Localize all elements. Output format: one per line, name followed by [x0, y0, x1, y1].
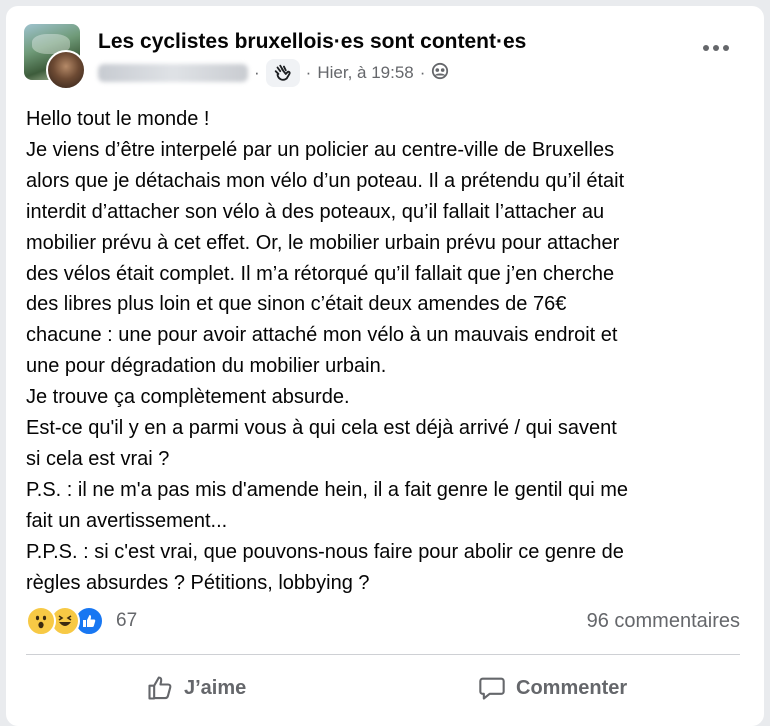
action-divider: [26, 654, 740, 655]
more-dot-icon: [703, 45, 709, 51]
wave-badge-icon[interactable]: [265, 59, 300, 87]
more-dot-icon: [723, 45, 729, 51]
reaction-count[interactable]: 67: [116, 610, 137, 632]
audience-group-icon[interactable]: [431, 62, 449, 85]
post-line: des libres plus loin et que sinon c’étai…: [26, 293, 567, 316]
post-body: Hello tout le monde ! Je viens d’être in…: [26, 104, 754, 599]
post-line: règles absurdes ? Pétitions, lobbying ?: [26, 571, 370, 594]
post-line: alors que je détachais mon vélo d’un pot…: [26, 169, 625, 192]
group-name-link[interactable]: Les cyclistes bruxellois·es sont content…: [98, 30, 526, 54]
like-button[interactable]: J’aime: [146, 670, 246, 706]
post-line: Hello tout le monde !: [26, 108, 210, 130]
meta-separator: ·: [419, 63, 426, 82]
like-label: J’aime: [184, 676, 247, 699]
post-line: Je viens d’être interpelé par un policie…: [26, 138, 615, 161]
more-dot-icon: [713, 45, 719, 51]
post-meta: · · Hier, à 19:58 ·: [98, 59, 449, 87]
post-timestamp[interactable]: Hier, à 19:58: [317, 63, 413, 83]
post-line: des vélos était complet. Il m’a rétorqué…: [26, 262, 615, 285]
post-line: Je trouve ça complètement absurde.: [26, 386, 350, 409]
post-line: chacune : une pour avoir attaché mon vél…: [26, 324, 618, 347]
post-line: fait un avertissement...: [26, 509, 228, 532]
wow-emoji-icon: [26, 606, 56, 636]
post-line: P.P.S. : si c'est vrai, que pouvons-nous…: [26, 540, 624, 563]
thumbs-up-icon: [148, 676, 172, 700]
post-line: une pour dégradation du mobilier urbain.: [26, 355, 387, 378]
author-avatar[interactable]: [46, 50, 86, 90]
avatar-stack[interactable]: [24, 24, 86, 90]
comment-button[interactable]: Commenter: [478, 670, 627, 706]
post-card: Les cyclistes bruxellois·es sont content…: [6, 6, 764, 726]
post-line: P.S. : il ne m'a pas mis d'amende hein, …: [26, 478, 629, 501]
post-line: Est-ce qu'il y en a parmi vous à qui cel…: [26, 417, 617, 440]
meta-separator: ·: [305, 63, 312, 82]
author-name-blurred[interactable]: [98, 64, 248, 82]
post-line: si cela est vrai ?: [26, 447, 170, 470]
comment-label: Commenter: [516, 676, 628, 699]
meta-separator: ·: [254, 63, 260, 82]
comment-bubble-icon: [479, 677, 505, 700]
reactions-summary[interactable]: 67: [26, 606, 137, 636]
comments-count-link[interactable]: 96 commentaires: [587, 610, 740, 633]
post-line: mobilier prévu à cet effet. Or, le mobil…: [26, 231, 620, 254]
more-options-button[interactable]: [698, 36, 734, 60]
post-line: interdit d’attacher son vélo à des potea…: [26, 200, 605, 223]
